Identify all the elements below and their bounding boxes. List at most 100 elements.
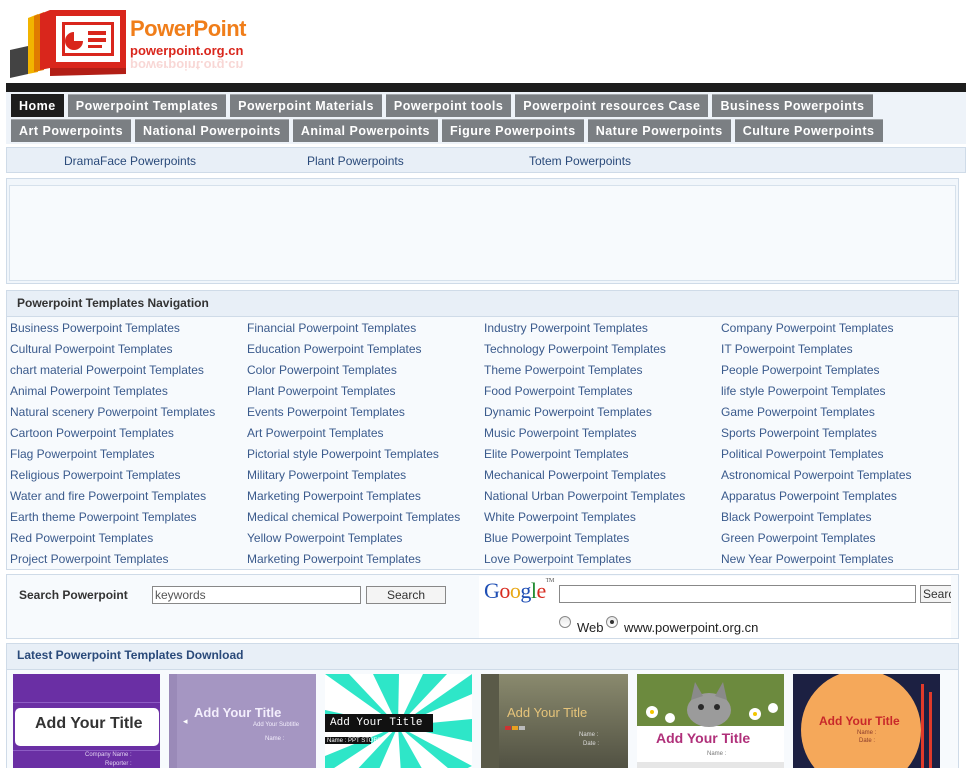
thumb-subtext: Date : [859, 738, 876, 744]
keywords-search-input[interactable] [152, 586, 361, 604]
advertisement-placeholder [9, 185, 956, 281]
nav-tab-culture-powerpoints[interactable]: Culture Powerpoints [734, 119, 883, 142]
category-link[interactable]: Animal Powerpoint Templates [10, 383, 247, 404]
powerpoint-book-logo-icon [10, 10, 126, 78]
category-link[interactable]: People Powerpoint Templates [721, 362, 958, 383]
template-2-artwork-icon: ◂ [169, 674, 316, 768]
site-header: PowerPoint powerpoint.org.cn powerpoint.… [0, 0, 971, 84]
main-navigation: Home Powerpoint Templates Powerpoint Mater… [6, 92, 966, 144]
radio-web-label: Web [577, 620, 604, 635]
nav-tab-figure-powerpoints[interactable]: Figure Powerpoints [442, 119, 584, 142]
category-link-grid: Business Powerpoint Templates Financial P… [10, 320, 958, 572]
category-link[interactable]: Military Powerpoint Templates [247, 467, 484, 488]
nav-row-primary: Home Powerpoint Templates Powerpoint Mater… [11, 94, 873, 117]
nav-tab-nature-powerpoints[interactable]: Nature Powerpoints [587, 119, 731, 142]
category-link[interactable]: Game Powerpoint Templates [721, 404, 958, 425]
latest-downloads-heading: Latest Powerpoint Templates Download [7, 644, 958, 670]
category-link[interactable]: Industry Powerpoint Templates [484, 320, 721, 341]
category-link[interactable]: Earth theme Powerpoint Templates [10, 509, 247, 530]
category-link[interactable]: Project Powerpoint Templates [10, 551, 247, 572]
category-link[interactable]: White Powerpoint Templates [484, 509, 721, 530]
radio-site[interactable] [606, 616, 618, 628]
category-link[interactable]: National Urban Powerpoint Templates [484, 488, 721, 509]
thumb-subtext: Name : [857, 730, 877, 736]
google-search-input[interactable] [559, 585, 916, 603]
category-link[interactable]: Events Powerpoint Templates [247, 404, 484, 425]
nav-tab-art-powerpoints[interactable]: Art Powerpoints [11, 119, 132, 142]
category-link[interactable]: Elite Powerpoint Templates [484, 446, 721, 467]
nav-tab-business-powerpoints[interactable]: Business Powerpoints [712, 94, 873, 117]
category-link[interactable]: Blue Powerpoint Templates [484, 530, 721, 551]
category-link[interactable]: Cartoon Powerpoint Templates [10, 425, 247, 446]
category-link[interactable]: Astronomical Powerpoint Templates [721, 467, 958, 488]
svg-text:◂: ◂ [183, 716, 188, 726]
nav-tab-home[interactable]: Home [11, 94, 64, 117]
template-thumbnail[interactable]: Add Your Title Name : Date : [481, 674, 628, 768]
category-link[interactable]: Love Powerpoint Templates [484, 551, 721, 572]
template-thumbnail[interactable]: Add Your Title Name : PPT STORE [325, 674, 472, 768]
category-link[interactable]: Red Powerpoint Templates [10, 530, 247, 551]
category-link[interactable]: Cultural Powerpoint Templates [10, 341, 247, 362]
google-search-button[interactable]: Search [920, 585, 951, 603]
category-link[interactable]: Black Powerpoint Templates [721, 509, 958, 530]
category-link[interactable]: Business Powerpoint Templates [10, 320, 247, 341]
category-link[interactable]: Medical chemical Powerpoint Templates [247, 509, 484, 530]
category-link[interactable]: Marketing Powerpoint Templates [247, 488, 484, 509]
thumb-title: Add Your Title [330, 717, 423, 729]
category-link[interactable]: Water and fire Powerpoint Templates [10, 488, 247, 509]
category-link[interactable]: Mechanical Powerpoint Templates [484, 467, 721, 488]
category-link[interactable]: Education Powerpoint Templates [247, 341, 484, 362]
category-link[interactable]: chart material Powerpoint Templates [10, 362, 247, 383]
category-link[interactable]: Green Powerpoint Templates [721, 530, 958, 551]
template-thumbnail[interactable]: Add Your Title Company Name : Reporter : [13, 674, 160, 768]
category-link[interactable]: Sports Powerpoint Templates [721, 425, 958, 446]
category-link[interactable]: Pictorial style Powerpoint Templates [247, 446, 484, 467]
thumb-subtext: Company Name : [85, 752, 132, 758]
thumb-title: Add Your Title [819, 714, 900, 728]
template-4-artwork-icon [481, 674, 628, 768]
latest-downloads-panel: Latest Powerpoint Templates Download Add… [6, 643, 959, 768]
category-link[interactable]: Flag Powerpoint Templates [10, 446, 247, 467]
template-thumbnail[interactable]: Add Your Title Name : Date : [793, 674, 940, 768]
nav-tab-national-powerpoints[interactable]: National Powerpoints [135, 119, 289, 142]
google-search-widget: GoogleTM Search Web www.powerpoint.org.c… [479, 576, 951, 638]
radio-site-label: www.powerpoint.org.cn [624, 620, 759, 635]
templates-navigation-heading: Powerpoint Templates Navigation [7, 291, 958, 317]
sub-navigation: DramaFace Powerpoints Plant Powerpoints … [6, 147, 966, 173]
nav-tab-animal-powerpoints[interactable]: Animal Powerpoints [292, 119, 438, 142]
site-logo[interactable]: PowerPoint powerpoint.org.cn powerpoint.… [10, 10, 250, 80]
nav-tab-powerpoint-templates[interactable]: Powerpoint Templates [67, 94, 227, 117]
subnav-link-plant[interactable]: Plant Powerpoints [307, 154, 404, 168]
category-link[interactable]: Financial Powerpoint Templates [247, 320, 484, 341]
category-link[interactable]: Theme Powerpoint Templates [484, 362, 721, 383]
category-link[interactable]: Plant Powerpoint Templates [247, 383, 484, 404]
category-link[interactable]: Art Powerpoint Templates [247, 425, 484, 446]
category-link[interactable]: Company Powerpoint Templates [721, 320, 958, 341]
category-link[interactable]: Political Powerpoint Templates [721, 446, 958, 467]
category-link[interactable]: Food Powerpoint Templates [484, 383, 721, 404]
search-button[interactable]: Search [366, 586, 446, 604]
template-thumbnail[interactable]: Add Your Title Name : [637, 674, 784, 768]
subnav-link-totem[interactable]: Totem Powerpoints [529, 154, 631, 168]
nav-tab-powerpoint-resources-case[interactable]: Powerpoint resources Case [515, 94, 709, 117]
category-link[interactable]: Technology Powerpoint Templates [484, 341, 721, 362]
thumb-subtext: Name : [707, 751, 727, 757]
category-link[interactable]: Marketing Powerpoint Templates [247, 551, 484, 572]
logo-url: powerpoint.org.cn [130, 43, 244, 58]
category-link[interactable]: Religious Powerpoint Templates [10, 467, 247, 488]
template-thumbnail[interactable]: ◂ Add Your Title Add Your Subtitle Name … [169, 674, 316, 768]
category-link[interactable]: IT Powerpoint Templates [721, 341, 958, 362]
category-link[interactable]: Apparatus Powerpoint Templates [721, 488, 958, 509]
thumb-subtext: Name : PPT STORE [327, 738, 382, 744]
radio-web[interactable] [559, 616, 571, 628]
category-link[interactable]: New Year Powerpoint Templates [721, 551, 958, 572]
category-link[interactable]: Yellow Powerpoint Templates [247, 530, 484, 551]
nav-tab-powerpoint-tools[interactable]: Powerpoint tools [385, 94, 512, 117]
subnav-link-dramaface[interactable]: DramaFace Powerpoints [64, 154, 196, 168]
category-link[interactable]: Music Powerpoint Templates [484, 425, 721, 446]
category-link[interactable]: life style Powerpoint Templates [721, 383, 958, 404]
category-link[interactable]: Natural scenery Powerpoint Templates [10, 404, 247, 425]
nav-tab-powerpoint-materials[interactable]: Powerpoint Materials [230, 94, 382, 117]
category-link[interactable]: Color Powerpoint Templates [247, 362, 484, 383]
category-link[interactable]: Dynamic Powerpoint Templates [484, 404, 721, 425]
